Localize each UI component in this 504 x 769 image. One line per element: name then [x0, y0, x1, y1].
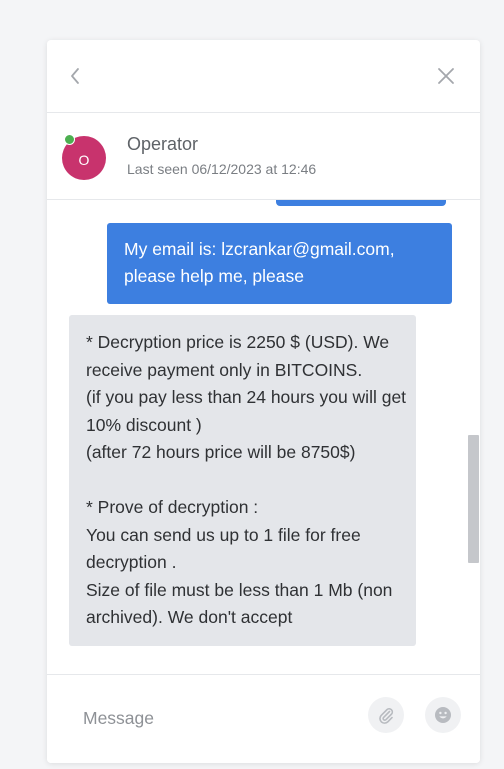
incoming-message: * Decryption price is 2250 $ (USD). We r…: [69, 315, 416, 646]
scrollbar-thumb[interactable]: [468, 435, 479, 563]
outgoing-message: My email is: lzcrankar@gmail.com, please…: [107, 223, 452, 304]
attach-button[interactable]: [368, 697, 404, 733]
close-button[interactable]: [434, 64, 458, 88]
composer: [47, 674, 480, 763]
operator-name: Operator: [127, 134, 199, 154]
previous-outgoing-bubble: [276, 200, 446, 206]
back-button[interactable]: [64, 64, 88, 88]
emoji-button[interactable]: [425, 697, 461, 733]
chevron-left-icon: [71, 68, 79, 84]
top-bar: [47, 40, 480, 113]
smiley-icon: [435, 707, 451, 723]
message-list[interactable]: My email is: lzcrankar@gmail.com, please…: [47, 200, 480, 675]
online-status-dot: [64, 134, 75, 145]
last-seen-status: Last seen 06/12/2023 at 12:46: [127, 161, 317, 177]
scrollbar[interactable]: [467, 200, 480, 675]
message-input[interactable]: [83, 708, 333, 729]
operator-header: O Operator Last seen 06/12/2023 at 12:46: [47, 113, 480, 200]
paperclip-icon: [379, 708, 394, 724]
chat-widget: O Operator Last seen 06/12/2023 at 12:46…: [47, 40, 480, 763]
close-icon: [438, 68, 454, 84]
